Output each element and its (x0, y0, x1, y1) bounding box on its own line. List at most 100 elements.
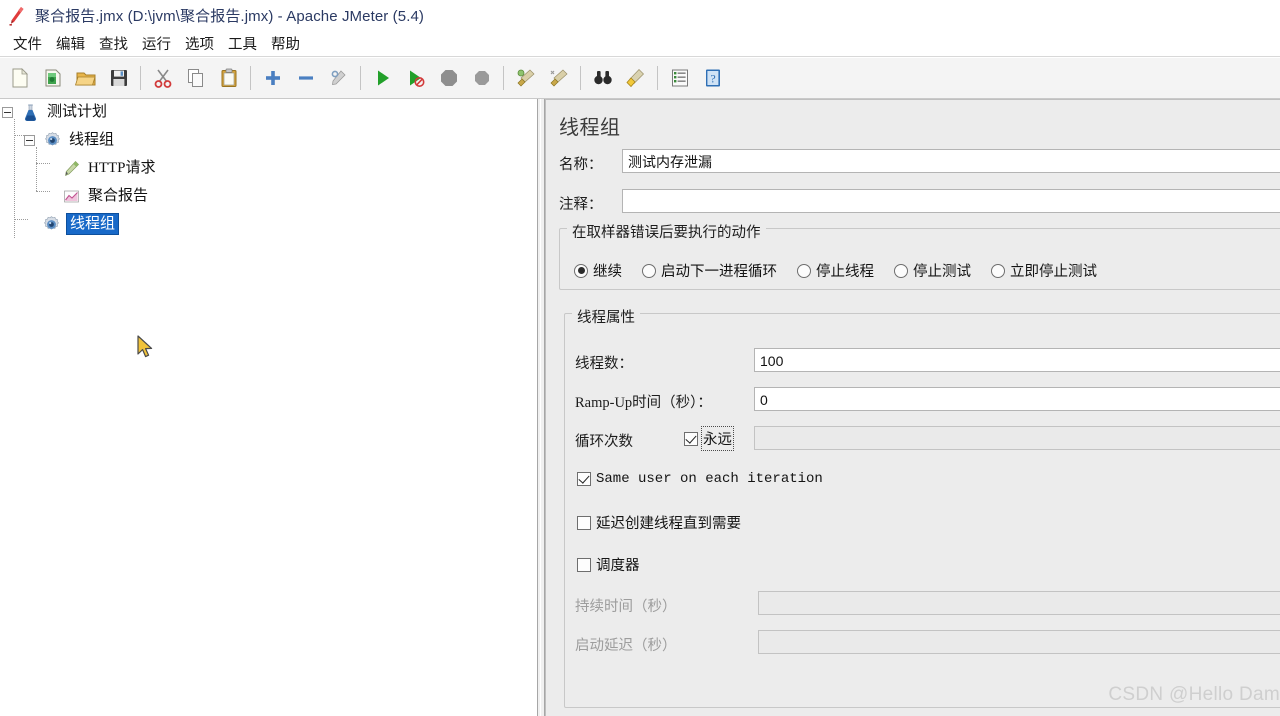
test-plan-tree[interactable]: 测试计划 线程组 HTTP请求 聚合报告 线程组 (0, 99, 537, 238)
tree-expand-handle-icon[interactable] (2, 106, 13, 118)
toolbar-new[interactable] (4, 63, 35, 94)
tree-node-thread-group-2[interactable]: 线程组 (42, 213, 120, 235)
plus-icon (265, 71, 280, 85)
mouse-cursor-icon (136, 335, 155, 361)
toolbar-search[interactable] (587, 63, 618, 94)
duration-input (758, 591, 1280, 615)
error-action-radio-group[interactable]: 继续 启动下一进程循环 停止线程 停止测试 立即停止测试 (574, 260, 1117, 281)
radio-button-icon[interactable] (642, 263, 656, 278)
num-threads-input[interactable]: 100 (754, 348, 1280, 372)
radio-button-icon[interactable] (797, 263, 811, 278)
scheduler-checkbox-row[interactable]: 调度器 (577, 554, 640, 575)
tree-node-thread-group-1[interactable]: 线程组 (24, 129, 116, 151)
menu-edit[interactable]: 编辑 (49, 31, 92, 56)
loop-count-label: 循环次数 (575, 434, 633, 450)
tree-connector (14, 219, 28, 220)
menu-search[interactable]: 查找 (92, 31, 135, 56)
test-plan-tree-panel[interactable]: 测试计划 线程组 HTTP请求 聚合报告 线程组 (0, 99, 537, 716)
toolbar-open[interactable] (70, 63, 101, 94)
toolbar-start-no-pauses[interactable] (400, 63, 431, 94)
panel-splitter[interactable] (537, 99, 545, 716)
function-helper-icon (671, 69, 688, 87)
radio-button-icon[interactable] (894, 263, 908, 278)
play-green-icon (377, 70, 389, 86)
radio-label: 停止线程 (816, 264, 874, 280)
menu-options[interactable]: 选项 (178, 31, 221, 56)
jmeter-feather-icon (8, 6, 26, 26)
forever-checkbox-row[interactable]: 永远 (684, 426, 734, 451)
menu-run[interactable]: 运行 (135, 31, 178, 56)
scheduler-checkbox[interactable] (577, 557, 591, 572)
same-user-checkbox-row[interactable]: Same user on each iteration (577, 471, 823, 487)
toolbar-shutdown[interactable] (466, 63, 497, 94)
toolbar-separator (140, 66, 141, 90)
num-threads-label: 线程数： (575, 356, 633, 372)
toolbar-save[interactable] (103, 63, 134, 94)
toolbar-clear-all[interactable] (543, 63, 574, 94)
toolbar-function-helper[interactable] (664, 63, 695, 94)
tree-node-http-request[interactable]: HTTP请求 (62, 157, 158, 179)
startup-delay-label: 启动延迟（秒） (575, 638, 677, 654)
radio-stop-test[interactable]: 停止测试 (894, 260, 971, 281)
aggregate-report-chart-icon (62, 187, 81, 206)
toolbar-paste[interactable] (213, 63, 244, 94)
clear-broom-icon (517, 69, 535, 87)
radio-stop-test-now[interactable]: 立即停止测试 (991, 260, 1097, 281)
jmeter-window: 聚合报告.jmx (D:\jvm\聚合报告.jmx) - Apache JMet… (0, 0, 1280, 716)
radio-button-icon[interactable] (574, 263, 588, 278)
help-icon: ? (705, 69, 720, 87)
toolbar-copy[interactable] (180, 63, 211, 94)
toggle-icon (331, 70, 346, 85)
forever-label: 永远 (701, 426, 734, 451)
toolbar-collapse-all[interactable] (290, 63, 321, 94)
toolbar-separator (503, 66, 504, 90)
cut-scissors-icon (154, 69, 171, 88)
toolbar-expand-all[interactable] (257, 63, 288, 94)
reset-search-icon (625, 68, 644, 88)
menu-file[interactable]: 文件 (6, 31, 49, 56)
menu-tools[interactable]: 工具 (221, 31, 264, 56)
toolbar-stop[interactable] (433, 63, 464, 94)
tree-node-label-selected: 线程组 (66, 213, 120, 235)
radio-start-next-loop[interactable]: 启动下一进程循环 (642, 260, 777, 281)
tree-connector (14, 119, 15, 238)
duration-label: 持续时间（秒） (575, 599, 677, 615)
new-document-icon (12, 68, 28, 88)
forever-checkbox[interactable] (684, 431, 698, 446)
toolbar-clear[interactable] (510, 63, 541, 94)
play-no-timers-icon (409, 70, 424, 87)
tree-node-label: HTTP请求 (88, 160, 156, 176)
radio-button-icon[interactable] (991, 263, 1005, 278)
toolbar-reset-search[interactable] (620, 63, 651, 94)
menu-bar: 文件 编辑 查找 运行 选项 工具 帮助 (0, 31, 1280, 57)
tree-node-test-plan[interactable]: 测试计划 (2, 101, 109, 123)
radio-continue[interactable]: 继续 (574, 260, 622, 281)
error-action-legend: 在取样器错误后要执行的动作 (567, 221, 766, 242)
ramp-up-input[interactable]: 0 (754, 387, 1280, 411)
tree-node-aggregate-report[interactable]: 聚合报告 (62, 185, 150, 207)
same-user-checkbox[interactable] (577, 472, 591, 486)
tree-connector (36, 163, 50, 164)
ramp-up-label: Ramp-Up时间（秒）： (575, 395, 712, 411)
toolbar-templates[interactable] (37, 63, 68, 94)
menu-help[interactable]: 帮助 (264, 31, 307, 56)
name-input[interactable]: 测试内存泄漏 (622, 149, 1280, 173)
radio-stop-thread[interactable]: 停止线程 (797, 260, 874, 281)
minus-icon (298, 76, 313, 80)
same-user-label: Same user on each iteration (596, 471, 823, 487)
shutdown-icon (474, 71, 489, 85)
save-floppy-icon (110, 70, 127, 86)
toolbar-start[interactable] (367, 63, 398, 94)
delayed-start-checkbox-row[interactable]: 延迟创建线程直到需要 (577, 512, 741, 533)
toolbar-help[interactable]: ? (697, 63, 728, 94)
radio-label: 启动下一进程循环 (661, 264, 777, 280)
startup-delay-input (758, 630, 1280, 654)
toolbar-cut[interactable] (147, 63, 178, 94)
thread-group-config-panel: 线程组 名称： 测试内存泄漏 注释： 在取样器错误后要执行的动作 继续 启动下一… (545, 99, 1280, 716)
copy-icon (187, 69, 203, 87)
tree-expand-handle-icon[interactable] (24, 134, 35, 146)
toolbar-toggle[interactable] (323, 63, 354, 94)
toolbar-separator (657, 66, 658, 90)
delayed-start-checkbox[interactable] (577, 515, 591, 530)
comment-input[interactable] (622, 189, 1280, 213)
